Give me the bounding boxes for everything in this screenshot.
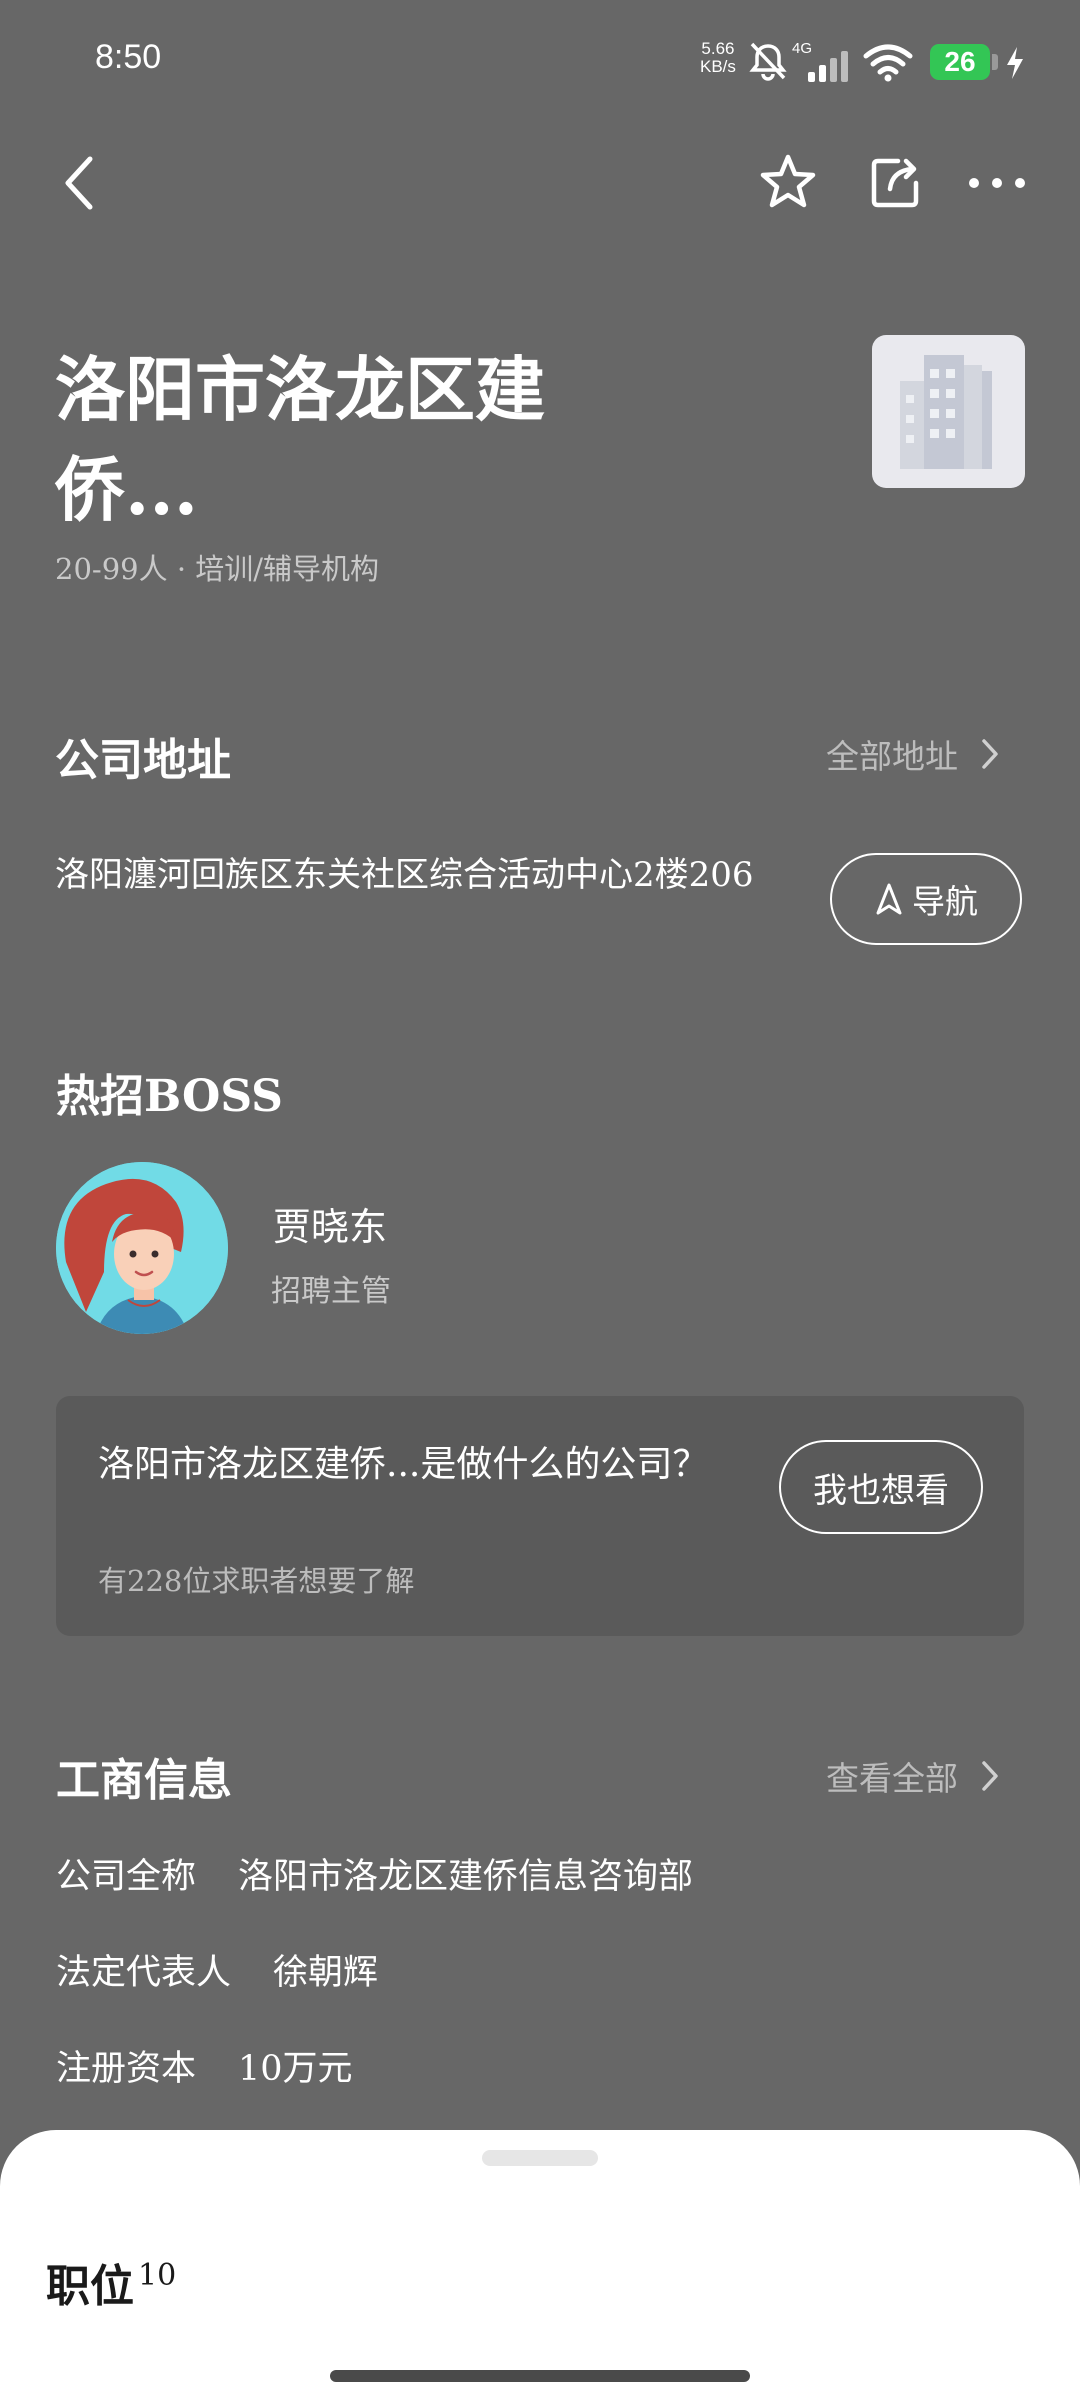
status-time: 8:50 <box>95 38 162 76</box>
battery-indicator: 26 <box>930 44 990 80</box>
boss-role: 招聘主管 <box>271 1274 391 1309</box>
info-value: 洛阳市洛龙区建侨信息咨询部 <box>238 1857 694 1897</box>
share-button[interactable] <box>864 148 928 216</box>
info-row-legal-rep: 法定代表人 徐朝辉 <box>56 1944 378 1995</box>
navigate-label: 导航 <box>912 882 978 921</box>
favorite-button[interactable] <box>756 148 820 216</box>
home-indicator[interactable] <box>330 2370 750 2382</box>
chevron-right-icon <box>982 1761 998 1791</box>
company-address: 洛阳瀍河回族区东关社区综合活动中心2楼206 <box>55 855 754 895</box>
chevron-right-icon <box>982 739 998 769</box>
wifi-icon <box>863 44 913 82</box>
company-logo[interactable] <box>872 335 1025 488</box>
more-icon <box>969 178 1025 188</box>
want-to-know-button[interactable]: 我也想看 <box>779 1440 983 1534</box>
charging-icon <box>1007 47 1023 79</box>
building-icon <box>900 355 992 469</box>
all-addresses-label: 全部地址 <box>826 737 958 776</box>
company-meta: 20-99人 · 培训/辅导机构 <box>55 552 380 586</box>
battery-nub <box>992 54 998 70</box>
boss-section-title: 热招BOSS <box>56 1071 283 1122</box>
network-speed-unit: KB/s <box>700 57 736 76</box>
info-row-full-name: 公司全称 洛阳市洛龙区建侨信息咨询部 <box>56 1848 693 1899</box>
jobs-count: 10 <box>138 2258 177 2294</box>
info-row-capital: 注册资本 10万元 <box>56 2040 353 2091</box>
info-value: 10万元 <box>238 2049 353 2089</box>
back-button[interactable] <box>48 148 108 218</box>
star-icon <box>760 154 816 208</box>
back-icon <box>65 156 93 210</box>
business-section-title: 工商信息 <box>56 1755 232 1806</box>
bell-muted-icon <box>749 42 787 81</box>
signal-icon <box>808 51 848 82</box>
info-key: 法定代表人 <box>56 1953 232 1993</box>
info-key: 注册资本 <box>56 2049 197 2089</box>
view-all-label: 查看全部 <box>826 1759 958 1798</box>
sheet-drag-handle[interactable] <box>482 2150 598 2166</box>
company-question-card: 洛阳市洛龙区建侨...是做什么的公司？ 有228位求职者想要了解 我也想看 <box>56 1396 1024 1636</box>
interested-count: 有228位求职者想要了解 <box>98 1564 415 1598</box>
info-key: 公司全称 <box>56 1857 197 1897</box>
jobs-title: 职位 <box>46 2261 134 2312</box>
all-addresses-link[interactable]: 全部地址 <box>826 730 1000 778</box>
network-speed: 5.66 KB/s <box>700 40 736 76</box>
jobs-tab[interactable]: 职位 10 <box>46 2250 176 2314</box>
navigate-button[interactable]: 导航 <box>830 853 1022 945</box>
boss-avatar[interactable] <box>56 1162 228 1334</box>
info-value: 徐朝辉 <box>273 1953 379 1993</box>
company-question: 洛阳市洛龙区建侨...是做什么的公司？ <box>98 1444 709 1485</box>
avatar-illustration <box>56 1162 228 1334</box>
view-all-business-link[interactable]: 查看全部 <box>826 1752 1000 1800</box>
network-speed-value: 5.66 <box>701 39 735 58</box>
jobs-bottom-sheet[interactable]: 职位 10 <box>0 2130 1080 2400</box>
share-icon <box>871 158 919 208</box>
navigation-arrow-icon <box>876 883 902 915</box>
more-button[interactable] <box>966 158 1028 208</box>
address-section-title: 公司地址 <box>55 735 231 786</box>
boss-name: 贾晓东 <box>273 1205 388 1249</box>
company-name: 洛阳市洛龙区建侨... <box>55 348 545 531</box>
